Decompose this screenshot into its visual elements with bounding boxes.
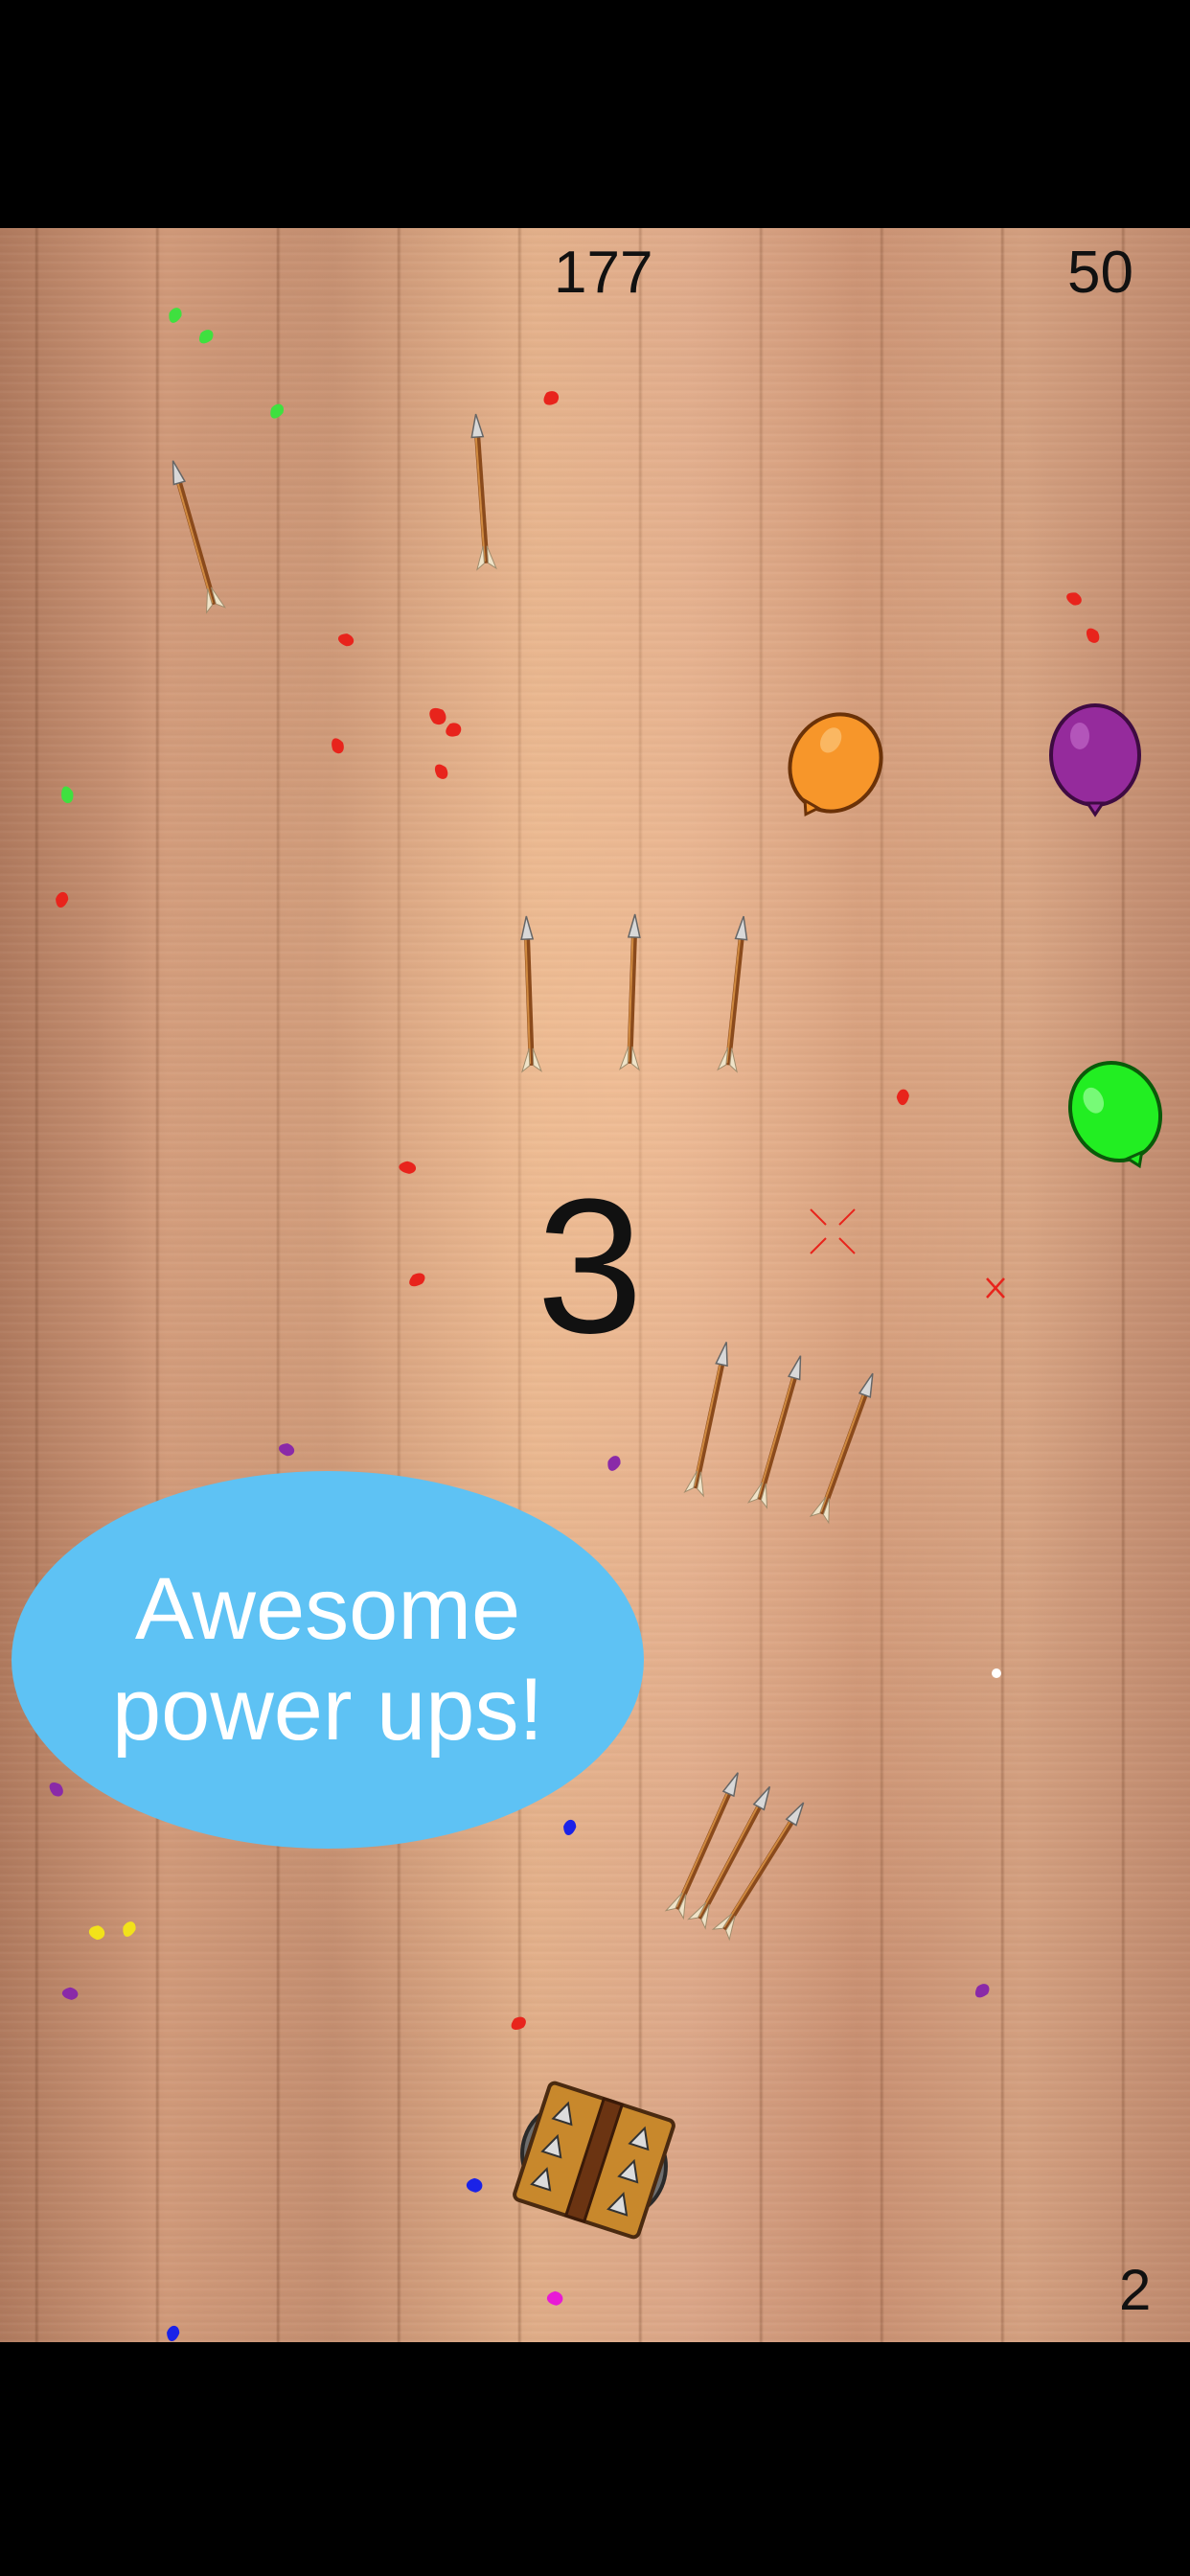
- timer-counter: 50: [1067, 240, 1133, 306]
- promo-line-2: power ups!: [111, 1661, 544, 1759]
- score-counter: 177: [554, 240, 653, 306]
- promo-line-1: Awesome: [134, 1560, 521, 1659]
- promo-speech-bubble: Awesome power ups!: [11, 1471, 644, 1849]
- lives-counter: 2: [1119, 2258, 1152, 2322]
- countdown-number: 3: [537, 1160, 644, 1373]
- game-screen: 177 50 2 3 Awesome power ups!: [0, 0, 1190, 2576]
